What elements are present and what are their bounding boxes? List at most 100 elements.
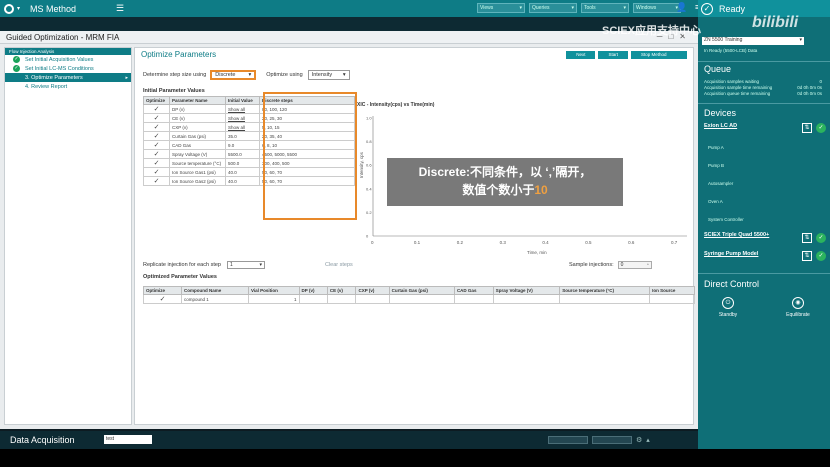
table-cell (326, 294, 357, 304)
initial-value[interactable]: 500.0 (225, 158, 260, 168)
data-acquisition-bar: Data Acquisition test ⚙ ▴ (0, 431, 698, 449)
device3-controls: ⇅ ✓ (802, 251, 826, 261)
user-icon[interactable]: 👤 (676, 2, 687, 13)
expand-icon[interactable]: ▴ (646, 436, 650, 444)
parameter-name: Ion Source Gas1 (psi) (169, 167, 226, 177)
initial-value[interactable]: Show all (225, 122, 260, 132)
optimize-using-select[interactable]: Intensity ▾ (307, 70, 350, 80)
initial-value[interactable]: Show all (225, 113, 260, 123)
device-triple-quad[interactable]: SCIEX Triple Quad 5500+ (704, 232, 769, 238)
settings-icon[interactable]: ⚙ (636, 436, 642, 444)
sciex-logo-icon[interactable] (4, 3, 14, 14)
windows-dropdown[interactable]: Windows ▾ (633, 3, 681, 13)
tune-icon[interactable]: ⇅ (802, 251, 812, 261)
x-tick-label: 0.2 (457, 240, 464, 245)
initial-value[interactable]: Show all (225, 104, 260, 114)
initial-value[interactable]: 40.0 (225, 167, 260, 177)
col-header[interactable]: Ion Source (649, 286, 695, 295)
status-text: Ready (719, 3, 746, 14)
col-header[interactable]: Curtain Gas (psi) (388, 286, 455, 295)
col-header[interactable]: Source temperature (°C) (559, 286, 651, 295)
optimize-checkbox[interactable]: ✓ (143, 122, 170, 132)
replicate-select[interactable]: 1 ▾ (226, 261, 265, 269)
initial-value[interactable]: 40.0 (225, 176, 260, 186)
col-optimize[interactable]: Optimize (143, 96, 170, 105)
discrete-steps-highlight (263, 92, 357, 220)
col-header[interactable]: CXP (v) (355, 286, 390, 295)
optimize-checkbox[interactable]: ✓ (143, 140, 170, 150)
col-header[interactable]: Spray Voltage (V) (492, 286, 561, 295)
chevron-down-icon: ▾ (248, 72, 252, 78)
equilibrate-button[interactable]: ◉ Equilibrate (778, 297, 818, 318)
x-tick-label: 0.6 (628, 240, 635, 245)
initial-value[interactable]: 35.0 (225, 131, 260, 141)
guided-optimization-window: Guided Optimization - MRM FIA ─□✕ Flow I… (0, 31, 698, 429)
step-set-initial-lcms[interactable]: ✓ Set Initial LC-MS Conditions (5, 64, 131, 73)
col-header[interactable]: CAD Gas (453, 286, 494, 295)
optimize-checkbox[interactable]: ✓ (143, 104, 170, 114)
optimize-checkbox[interactable]: ✓ (143, 167, 170, 177)
optimize-checkbox[interactable]: ✓ (142, 294, 183, 304)
replicate-row: Replicate injection for each step 1 ▾ Cle… (143, 261, 353, 269)
initial-value[interactable]: 5500.0 (225, 149, 260, 159)
tune-icon[interactable]: ⇅ (802, 233, 812, 243)
col-header[interactable]: DP (v) (298, 286, 328, 295)
annotation-line2: 数值个数小于10 (462, 183, 548, 197)
sample-injections-field[interactable]: 0 ▫ (617, 261, 652, 269)
xic-y-label: Intensity, cps (359, 151, 364, 178)
optimize-checkbox[interactable]: ✓ (143, 113, 170, 123)
clear-steps-link[interactable]: Clear steps (325, 262, 353, 268)
table-row[interactable]: ✓ compound 11 (142, 294, 695, 304)
stop-optimization-button[interactable]: Stop Method Optimization (631, 51, 687, 65)
device-syringe-pump[interactable]: Syringe Pump Model (704, 251, 758, 257)
chevron-right-icon: ▸ (125, 74, 128, 81)
standby-button[interactable]: ⏻ Standby (708, 297, 748, 318)
initial-value[interactable]: 9.0 (225, 140, 260, 150)
optimize-checkbox[interactable]: ✓ (143, 131, 170, 141)
bilibili-logo: bilibili (752, 14, 799, 31)
initial-params-title: Initial Parameter Values (143, 88, 205, 94)
y-tick-label: 0 (366, 234, 369, 239)
toolbar-dropdowns: Views ▾ Queries ▾ Tools ▾ Windows ▾ (477, 3, 681, 13)
data-acquisition-input[interactable]: test (104, 435, 152, 444)
chevron-down-icon[interactable]: ▾ (17, 5, 20, 12)
col-header[interactable]: CE (v) (326, 286, 357, 295)
bottom-dropdown-1[interactable] (548, 436, 588, 444)
queue-row: Acquisition samples waiting 0 (704, 79, 822, 84)
method-icon[interactable]: ☰ (116, 3, 124, 14)
col-initial-value[interactable]: Initial Value (225, 96, 260, 105)
col-header[interactable]: Compound Name (181, 286, 249, 295)
step-optimize-parameters[interactable]: 3. Optimize Parameters ▸ (5, 73, 131, 82)
vial-position[interactable]: 1 (247, 294, 300, 304)
step-size-select[interactable]: Discrete ▾ (210, 70, 257, 80)
annotation-overlay: Discrete:不同条件，以 ‘,’隔开， 数值个数小于10 (387, 158, 623, 206)
step-review-report[interactable]: 4. Review Report (5, 82, 131, 91)
start-button[interactable]: Start (598, 51, 628, 59)
instrument-panel: ZN 5500 Training ▾ In Ready (5500-LCB) Da… (698, 17, 830, 449)
instrument-select[interactable]: ZN 5500 Training ▾ (702, 37, 804, 45)
col-parameter-name[interactable]: Parameter Name (169, 96, 226, 105)
col-header[interactable]: Vial Position (247, 286, 300, 295)
optimize-checkbox[interactable]: ✓ (143, 149, 170, 159)
optimize-checkbox[interactable]: ✓ (143, 176, 170, 186)
optimize-parameters-panel: Optimize Parameters Next Start Stop Meth… (134, 47, 695, 425)
check-icon: ✓ (13, 56, 20, 63)
next-button[interactable]: Next (566, 51, 596, 59)
col-header[interactable]: Optimize (142, 286, 183, 295)
optimize-checkbox[interactable]: ✓ (143, 158, 170, 168)
views-dropdown[interactable]: Views ▾ (477, 3, 525, 13)
chevron-down-icon: ▾ (259, 262, 262, 268)
y-tick-label: 0.2 (366, 210, 372, 215)
device-sub: System Controller (708, 217, 744, 222)
tools-dropdown[interactable]: Tools ▾ (581, 3, 629, 13)
table-cell (559, 294, 651, 304)
queries-dropdown[interactable]: Queries ▾ (529, 3, 577, 13)
wizard-steps: Flow Injection Analysis ✓ Set Initial Ac… (4, 47, 132, 425)
compound-name[interactable]: compound 1 (181, 294, 249, 304)
device-exion-lc[interactable]: Exion LC AD (704, 123, 737, 129)
step-set-initial-acquisition[interactable]: ✓ Set Initial Acquisition Values (5, 55, 131, 64)
tune-icon[interactable]: ⇅ (802, 123, 812, 133)
bottom-dropdown-2[interactable] (592, 436, 632, 444)
watermark: SCIEX应用支持中心 (602, 25, 702, 37)
divider (698, 273, 830, 274)
